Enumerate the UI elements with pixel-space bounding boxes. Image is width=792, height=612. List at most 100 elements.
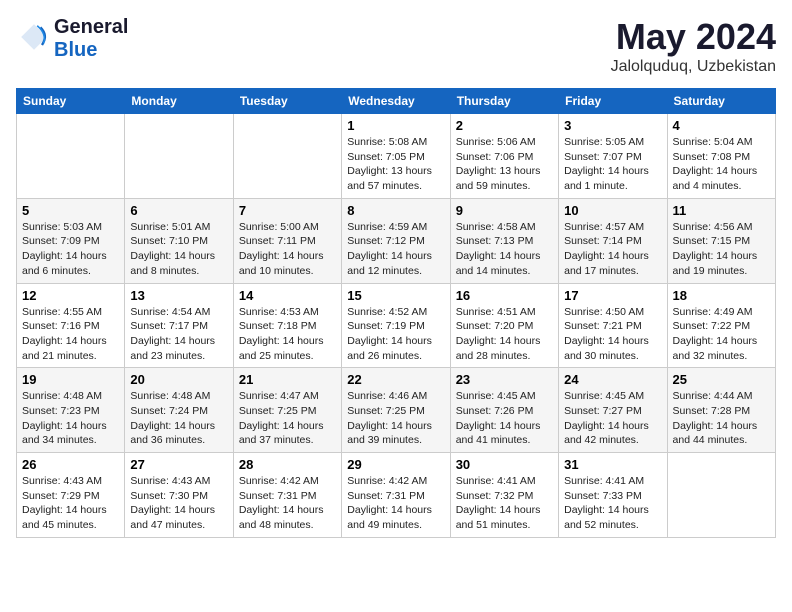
- day-info: Sunrise: 5:01 AMSunset: 7:10 PMDaylight:…: [130, 220, 227, 279]
- logo-icon: [18, 21, 50, 53]
- calendar-cell: [17, 114, 125, 199]
- day-info: Sunrise: 5:06 AMSunset: 7:06 PMDaylight:…: [456, 135, 553, 194]
- day-info: Sunrise: 4:45 AMSunset: 7:27 PMDaylight:…: [564, 389, 661, 448]
- day-info: Sunrise: 4:53 AMSunset: 7:18 PMDaylight:…: [239, 305, 336, 364]
- calendar-cell: 3 Sunrise: 5:05 AMSunset: 7:07 PMDaylight…: [559, 114, 667, 199]
- calendar-week-row: 12 Sunrise: 4:55 AMSunset: 7:16 PMDayligh…: [17, 283, 776, 368]
- day-number: 12: [22, 288, 119, 303]
- calendar-cell: 15 Sunrise: 4:52 AMSunset: 7:19 PMDayligh…: [342, 283, 450, 368]
- day-info: Sunrise: 4:52 AMSunset: 7:19 PMDaylight:…: [347, 305, 444, 364]
- page-header: General Blue May 2024 Jalolquduq, Uzbeki…: [16, 16, 776, 76]
- calendar-cell: 16Sunrise: 4:51 AMSunset: 7:20 PMDayligh…: [450, 283, 558, 368]
- calendar-header-row: SundayMondayTuesdayWednesdayThursdayFrid…: [17, 89, 776, 114]
- calendar-cell: 30Sunrise: 4:41 AMSunset: 7:32 PMDayligh…: [450, 453, 558, 538]
- weekday-header: Sunday: [17, 89, 125, 114]
- day-number: 2: [456, 118, 553, 133]
- calendar-cell: [667, 453, 775, 538]
- logo: General Blue: [16, 16, 128, 62]
- day-number: 24: [564, 372, 661, 387]
- calendar-cell: 18Sunrise: 4:49 AMSunset: 7:22 PMDayligh…: [667, 283, 775, 368]
- calendar-week-row: 5 Sunrise: 5:03 AMSunset: 7:09 PMDaylight…: [17, 198, 776, 283]
- calendar-cell: 28 Sunrise: 4:42 AMSunset: 7:31 PMDayligh…: [233, 453, 341, 538]
- day-number: 22: [347, 372, 444, 387]
- day-info: Sunrise: 4:55 AMSunset: 7:16 PMDaylight:…: [22, 305, 119, 364]
- day-number: 18: [673, 288, 770, 303]
- calendar-cell: 14 Sunrise: 4:53 AMSunset: 7:18 PMDayligh…: [233, 283, 341, 368]
- weekday-header: Wednesday: [342, 89, 450, 114]
- calendar-cell: 2 Sunrise: 5:06 AMSunset: 7:06 PMDaylight…: [450, 114, 558, 199]
- calendar-cell: 13 Sunrise: 4:54 AMSunset: 7:17 PMDayligh…: [125, 283, 233, 368]
- calendar-cell: 27Sunrise: 4:43 AMSunset: 7:30 PMDayligh…: [125, 453, 233, 538]
- calendar-cell: 8 Sunrise: 4:59 AMSunset: 7:12 PMDaylight…: [342, 198, 450, 283]
- day-number: 15: [347, 288, 444, 303]
- weekday-header: Monday: [125, 89, 233, 114]
- calendar-cell: 7 Sunrise: 5:00 AMSunset: 7:11 PMDaylight…: [233, 198, 341, 283]
- location-title: Jalolquduq, Uzbekistan: [611, 58, 776, 76]
- day-number: 6: [130, 203, 227, 218]
- weekday-header: Saturday: [667, 89, 775, 114]
- day-info: Sunrise: 5:04 AMSunset: 7:08 PMDaylight:…: [673, 135, 770, 194]
- day-info: Sunrise: 4:50 AMSunset: 7:21 PMDaylight:…: [564, 305, 661, 364]
- calendar-cell: 10Sunrise: 4:57 AMSunset: 7:14 PMDayligh…: [559, 198, 667, 283]
- day-number: 27: [130, 457, 227, 472]
- day-number: 16: [456, 288, 553, 303]
- logo-blue: Blue: [54, 39, 128, 62]
- calendar-cell: 20 Sunrise: 4:48 AMSunset: 7:24 PMDayligh…: [125, 368, 233, 453]
- day-number: 14: [239, 288, 336, 303]
- day-number: 26: [22, 457, 119, 472]
- day-number: 25: [673, 372, 770, 387]
- day-info: Sunrise: 4:54 AMSunset: 7:17 PMDaylight:…: [130, 305, 227, 364]
- calendar-cell: 4Sunrise: 5:04 AMSunset: 7:08 PMDaylight…: [667, 114, 775, 199]
- logo-general: General: [54, 16, 128, 39]
- day-info: Sunrise: 4:42 AMSunset: 7:31 PMDaylight:…: [239, 474, 336, 533]
- day-info: Sunrise: 4:47 AMSunset: 7:25 PMDaylight:…: [239, 389, 336, 448]
- day-number: 8: [347, 203, 444, 218]
- day-number: 5: [22, 203, 119, 218]
- calendar-cell: 12 Sunrise: 4:55 AMSunset: 7:16 PMDayligh…: [17, 283, 125, 368]
- day-number: 1: [347, 118, 444, 133]
- day-info: Sunrise: 4:58 AMSunset: 7:13 PMDaylight:…: [456, 220, 553, 279]
- calendar-cell: 29Sunrise: 4:42 AMSunset: 7:31 PMDayligh…: [342, 453, 450, 538]
- day-number: 19: [22, 372, 119, 387]
- day-number: 17: [564, 288, 661, 303]
- day-number: 20: [130, 372, 227, 387]
- calendar-cell: 23Sunrise: 4:45 AMSunset: 7:26 PMDayligh…: [450, 368, 558, 453]
- calendar-week-row: 19 Sunrise: 4:48 AMSunset: 7:23 PMDayligh…: [17, 368, 776, 453]
- day-number: 3: [564, 118, 661, 133]
- day-info: Sunrise: 4:45 AMSunset: 7:26 PMDaylight:…: [456, 389, 553, 448]
- day-number: 7: [239, 203, 336, 218]
- day-number: 29: [347, 457, 444, 472]
- day-info: Sunrise: 4:48 AMSunset: 7:23 PMDaylight:…: [22, 389, 119, 448]
- calendar-cell: 11Sunrise: 4:56 AMSunset: 7:15 PMDayligh…: [667, 198, 775, 283]
- day-info: Sunrise: 4:41 AMSunset: 7:33 PMDaylight:…: [564, 474, 661, 533]
- day-info: Sunrise: 5:00 AMSunset: 7:11 PMDaylight:…: [239, 220, 336, 279]
- day-info: Sunrise: 5:03 AMSunset: 7:09 PMDaylight:…: [22, 220, 119, 279]
- title-block: May 2024 Jalolquduq, Uzbekistan: [611, 16, 776, 76]
- calendar-cell: 24 Sunrise: 4:45 AMSunset: 7:27 PMDayligh…: [559, 368, 667, 453]
- calendar-cell: 17 Sunrise: 4:50 AMSunset: 7:21 PMDayligh…: [559, 283, 667, 368]
- calendar-cell: [233, 114, 341, 199]
- day-info: Sunrise: 4:56 AMSunset: 7:15 PMDaylight:…: [673, 220, 770, 279]
- day-info: Sunrise: 4:48 AMSunset: 7:24 PMDaylight:…: [130, 389, 227, 448]
- calendar-cell: 9 Sunrise: 4:58 AMSunset: 7:13 PMDaylight…: [450, 198, 558, 283]
- day-info: Sunrise: 4:46 AMSunset: 7:25 PMDaylight:…: [347, 389, 444, 448]
- day-info: Sunrise: 4:44 AMSunset: 7:28 PMDaylight:…: [673, 389, 770, 448]
- day-info: Sunrise: 5:05 AMSunset: 7:07 PMDaylight:…: [564, 135, 661, 194]
- day-number: 9: [456, 203, 553, 218]
- calendar-table: SundayMondayTuesdayWednesdayThursdayFrid…: [16, 88, 776, 538]
- calendar-cell: 25 Sunrise: 4:44 AMSunset: 7:28 PMDayligh…: [667, 368, 775, 453]
- day-number: 13: [130, 288, 227, 303]
- weekday-header: Friday: [559, 89, 667, 114]
- calendar-cell: 19 Sunrise: 4:48 AMSunset: 7:23 PMDayligh…: [17, 368, 125, 453]
- day-number: 28: [239, 457, 336, 472]
- calendar-cell: 22 Sunrise: 4:46 AMSunset: 7:25 PMDayligh…: [342, 368, 450, 453]
- calendar-cell: 26Sunrise: 4:43 AMSunset: 7:29 PMDayligh…: [17, 453, 125, 538]
- month-title: May 2024: [611, 16, 776, 58]
- calendar-cell: 5 Sunrise: 5:03 AMSunset: 7:09 PMDaylight…: [17, 198, 125, 283]
- calendar-cell: 21Sunrise: 4:47 AMSunset: 7:25 PMDayligh…: [233, 368, 341, 453]
- day-info: Sunrise: 4:57 AMSunset: 7:14 PMDaylight:…: [564, 220, 661, 279]
- calendar-week-row: 1Sunrise: 5:08 AMSunset: 7:05 PMDaylight…: [17, 114, 776, 199]
- day-info: Sunrise: 4:59 AMSunset: 7:12 PMDaylight:…: [347, 220, 444, 279]
- day-number: 30: [456, 457, 553, 472]
- weekday-header: Thursday: [450, 89, 558, 114]
